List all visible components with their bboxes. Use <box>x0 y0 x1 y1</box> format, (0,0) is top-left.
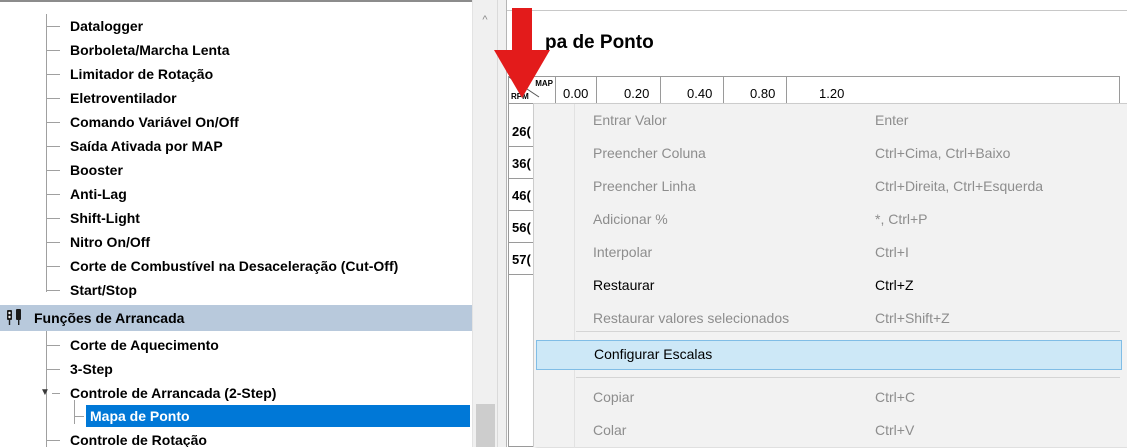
column-header[interactable]: 0.20 <box>617 77 661 104</box>
tree-item-label-selected: Mapa de Ponto <box>86 405 470 427</box>
tree-connector <box>46 146 60 147</box>
tree-item-controle-arrancada[interactable]: ▼ Controle de Arrancada (2-Step) <box>0 381 472 405</box>
column-header[interactable]: 1.20 <box>812 77 856 104</box>
menu-item-label: Preencher Linha <box>593 178 696 194</box>
tree-item-label: Eletroventilador <box>70 90 177 106</box>
tree-item-label: 3-Step <box>70 361 113 377</box>
tree-item-label: Nitro On/Off <box>70 234 151 250</box>
tree-connector <box>74 416 84 417</box>
tree-item-mapa-de-ponto[interactable]: Mapa de Ponto <box>0 404 472 428</box>
tree-item-label: Borboleta/Marcha Lenta <box>70 42 230 58</box>
menu-item-shortcut: Ctrl+Z <box>875 277 914 293</box>
column-header[interactable]: 0.80 <box>743 77 787 104</box>
menu-item-shortcut: Enter <box>875 112 909 128</box>
menu-item-label: Restaurar valores selecionados <box>593 310 790 326</box>
tree-connector <box>46 98 60 99</box>
tree-connector <box>46 266 60 267</box>
menu-item-preencher-linha[interactable]: Preencher Linha Ctrl+Direita, Ctrl+Esque… <box>536 172 1122 202</box>
menu-separator <box>576 377 1120 378</box>
tree-item-label: Controle de Arrancada (2-Step) <box>70 385 277 401</box>
menu-item-restaurar[interactable]: Restaurar Ctrl+Z <box>536 271 1122 301</box>
tree-connector <box>46 194 60 195</box>
content-top-border <box>507 10 1127 11</box>
menu-item-entrar-valor[interactable]: Entrar Valor Enter <box>536 106 1122 136</box>
tree-connector <box>46 369 60 370</box>
tree-item-datalogger[interactable]: Datalogger <box>0 14 472 38</box>
tree-connector <box>46 170 60 171</box>
red-arrow-annotation-icon <box>494 8 550 98</box>
context-menu: Entrar Valor Enter Preencher Coluna Ctrl… <box>533 103 1127 448</box>
tree-connector <box>46 440 60 441</box>
tree-item-label: Booster <box>70 162 123 178</box>
menu-item-shortcut: Ctrl+I <box>875 244 909 260</box>
menu-item-label: Copiar <box>593 389 635 405</box>
tree-connector <box>46 345 60 346</box>
tree-item-label: Corte de Aquecimento <box>70 337 219 353</box>
page-title: pa de Ponto <box>545 32 654 53</box>
tree-item-label: Controle de Rotação <box>70 432 207 447</box>
tree-item-saida-map[interactable]: Saída Ativada por MAP <box>0 134 472 158</box>
tree-item-label: Anti-Lag <box>70 186 127 202</box>
tree-item-controle-rotacao[interactable]: Controle de Rotação <box>0 428 472 447</box>
tree-item-booster[interactable]: Booster <box>0 158 472 182</box>
chevron-down-icon[interactable]: ▼ <box>40 387 50 398</box>
menu-item-label: Colar <box>593 422 627 438</box>
dragstrip-lights-icon <box>7 309 21 325</box>
tree-item-label: Shift-Light <box>70 210 140 226</box>
menu-item-label: Restaurar <box>593 277 655 293</box>
menu-item-label: Preencher Coluna <box>593 145 706 161</box>
tree-item-cut-off[interactable]: Corte de Combustível na Desaceleração (C… <box>0 254 472 278</box>
menu-item-copiar[interactable]: Copiar Ctrl+C <box>536 383 1122 413</box>
menu-item-shortcut: *, Ctrl+P <box>875 211 928 227</box>
tree-connector <box>46 218 60 219</box>
tree-item-label: Corte de Combustível na Desaceleração (C… <box>70 258 399 274</box>
tree-connector <box>46 242 60 243</box>
tree-item-anti-lag[interactable]: Anti-Lag <box>0 182 472 206</box>
tree-connector <box>52 393 60 394</box>
menu-item-label: Adicionar % <box>593 211 668 227</box>
tree-item-label: Limitador de Rotação <box>70 66 214 82</box>
menu-item-configurar-escalas[interactable]: Configurar Escalas <box>536 340 1122 370</box>
tree-item-label: Saída Ativada por MAP <box>70 138 223 154</box>
tree-item-label: Start/Stop <box>70 282 137 298</box>
menu-item-shortcut: Ctrl+Shift+Z <box>875 310 950 326</box>
tree-item-comando-variavel[interactable]: Comando Variável On/Off <box>0 110 472 134</box>
menu-item-adicionar-percent[interactable]: Adicionar % *, Ctrl+P <box>536 205 1122 235</box>
tree-connector <box>46 74 60 75</box>
tree-top-border <box>0 0 472 2</box>
menu-item-shortcut: Ctrl+V <box>875 422 915 438</box>
tree-item-corte-aquecimento[interactable]: Corte de Aquecimento <box>0 333 472 357</box>
tree-connector <box>46 26 60 27</box>
tree-connector <box>46 50 60 51</box>
tree-group-label: Funções de Arrancada <box>34 310 185 326</box>
menu-item-interpolar[interactable]: Interpolar Ctrl+I <box>536 238 1122 268</box>
menu-item-shortcut: Ctrl+Cima, Ctrl+Baixo <box>875 145 1011 161</box>
column-header[interactable]: 0.00 <box>556 77 597 104</box>
tree-item-label: Comando Variável On/Off <box>70 114 239 130</box>
tree-item-label: Datalogger <box>70 18 144 34</box>
tree-item-nitro[interactable]: Nitro On/Off <box>0 230 472 254</box>
tree-item-borboleta[interactable]: Borboleta/Marcha Lenta <box>0 38 472 62</box>
tree-item-3-step[interactable]: 3-Step <box>0 357 472 381</box>
menu-separator <box>576 331 1120 332</box>
tree-item-shift-light[interactable]: Shift-Light <box>0 206 472 230</box>
navigation-tree: Datalogger Borboleta/Marcha Lenta Limita… <box>0 0 472 447</box>
menu-item-label: Interpolar <box>593 244 653 260</box>
menu-item-preencher-coluna[interactable]: Preencher Coluna Ctrl+Cima, Ctrl+Baixo <box>536 139 1122 169</box>
tree-item-start-stop[interactable]: Start/Stop <box>0 278 472 302</box>
menu-item-colar[interactable]: Colar Ctrl+V <box>536 416 1122 446</box>
tree-item-eletroventilador[interactable]: Eletroventilador <box>0 86 472 110</box>
tree-item-limitador[interactable]: Limitador de Rotação <box>0 62 472 86</box>
tree-group-funcoes-arrancada[interactable]: Funções de Arrancada <box>0 305 472 331</box>
tree-scrollbar-thumb[interactable] <box>476 404 495 447</box>
tree-connector <box>46 122 60 123</box>
tree-connector <box>46 290 60 291</box>
menu-item-label: Entrar Valor <box>593 112 667 128</box>
menu-item-label: Configurar Escalas <box>594 346 713 362</box>
menu-item-shortcut: Ctrl+Direita, Ctrl+Esquerda <box>875 178 1044 194</box>
column-header[interactable]: 0.40 <box>680 77 724 104</box>
menu-item-restaurar-selecionados[interactable]: Restaurar valores selecionados Ctrl+Shif… <box>536 304 1122 334</box>
menu-item-shortcut: Ctrl+C <box>875 389 916 405</box>
